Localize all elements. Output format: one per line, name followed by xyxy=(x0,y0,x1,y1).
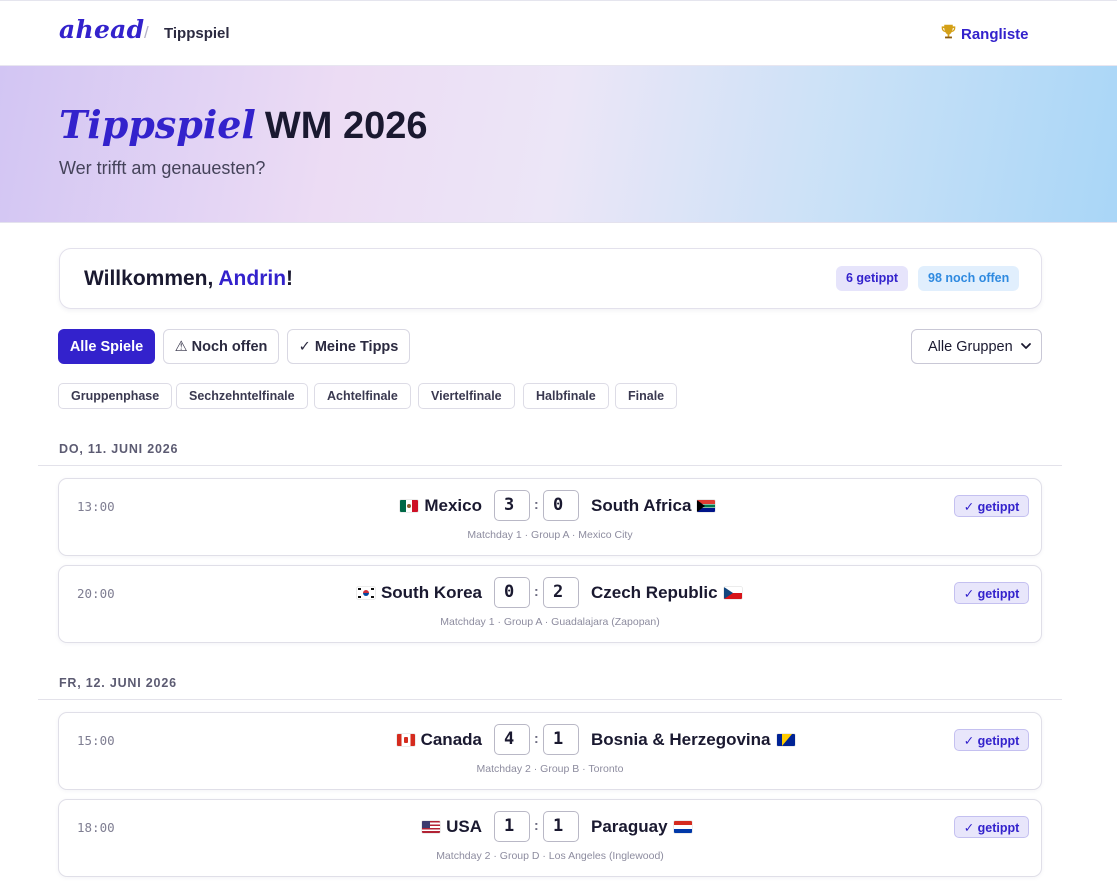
match-time: 18:00 xyxy=(77,820,115,835)
score-separator: : xyxy=(534,496,539,512)
page-title-accent: Tippspiel xyxy=(59,102,256,147)
away-score-input[interactable]: 0 xyxy=(543,490,579,521)
home-team: USA xyxy=(422,817,482,837)
south-korea-flag-icon xyxy=(356,587,375,599)
czech-republic-flag-icon xyxy=(723,587,742,599)
tipped-count-badge: 6 getippt xyxy=(836,266,909,291)
home-score-input[interactable]: 4 xyxy=(494,724,530,755)
stage-chip-finale[interactable]: Finale xyxy=(615,383,678,409)
tipped-status-badge: ✓ getippt xyxy=(954,816,1029,838)
breadcrumb-tippspiel[interactable]: Tippspiel xyxy=(164,25,230,42)
away-team-name: Paraguay xyxy=(591,817,668,836)
home-score-input[interactable]: 1 xyxy=(494,811,530,842)
home-team-name: Canada xyxy=(420,730,482,749)
away-score-input[interactable]: 2 xyxy=(543,577,579,608)
stage-chip-viertelfinale[interactable]: Viertelfinale xyxy=(418,383,515,409)
match-meta: Matchday 2 · Group B · Toronto xyxy=(476,763,624,775)
match-time: 13:00 xyxy=(77,499,115,514)
top-bar: ahead / Tippspiel Rangliste xyxy=(0,0,1117,66)
home-team: Canada xyxy=(396,730,482,750)
home-score-input[interactable]: 3 xyxy=(494,490,530,521)
day-divider xyxy=(38,465,1062,466)
tipped-status-badge: ✓ getippt xyxy=(954,495,1029,517)
welcome-text: Willkommen, Andrin! xyxy=(84,267,293,291)
group-select[interactable]: Alle Gruppen xyxy=(911,329,1042,364)
home-team: South Korea xyxy=(356,583,482,603)
match-card: 20:00 South Korea 0 : 2 Czech Republic M… xyxy=(58,565,1042,643)
match-meta: Matchday 1 · Group A · Guadalajara (Zapo… xyxy=(440,616,660,628)
stage-chip-achtelfinale[interactable]: Achtelfinale xyxy=(314,383,411,409)
south-africa-flag-icon xyxy=(697,500,716,512)
day-header: FR, 12. JUNI 2026 xyxy=(59,676,177,690)
tipped-status-badge: ✓ getippt xyxy=(954,729,1029,751)
usa-flag-icon xyxy=(422,821,441,833)
away-team: Paraguay xyxy=(591,817,692,837)
filter-all-games-button[interactable]: Alle Spiele xyxy=(58,329,155,364)
welcome-card: Willkommen, Andrin! 6 getippt 98 noch of… xyxy=(59,248,1042,309)
open-count-badge: 98 noch offen xyxy=(918,266,1020,291)
match-card: 15:00 Canada 4 : 1 Bosnia & Herzegovina … xyxy=(58,712,1042,790)
page-title-rest: WM 2026 xyxy=(264,105,428,147)
home-team: Mexico xyxy=(400,496,482,516)
home-team-name: Mexico xyxy=(424,496,482,515)
away-score-input[interactable]: 1 xyxy=(543,724,579,755)
away-team-name: South Africa xyxy=(591,496,692,515)
stage-chip-halbfinale[interactable]: Halbfinale xyxy=(523,383,609,409)
stage-chip-sechzehntelfinale[interactable]: Sechzehntelfinale xyxy=(176,383,308,409)
score-separator: : xyxy=(534,817,539,833)
match-meta: Matchday 1 · Group A · Mexico City xyxy=(467,529,633,541)
chevron-down-icon xyxy=(1021,343,1031,349)
hero-banner: Tippspiel WM 2026 Wer trifft am genaueste… xyxy=(0,66,1117,223)
match-card: 18:00 USA 1 : 1 Paraguay Matchday 2 · Gr… xyxy=(58,799,1042,877)
ahead-logo[interactable]: ahead xyxy=(59,15,144,44)
filter-open-button[interactable]: ⚠ Noch offen xyxy=(163,329,279,364)
welcome-suffix: ! xyxy=(286,267,294,290)
away-team: South Africa xyxy=(591,496,716,516)
home-team-name: USA xyxy=(446,817,482,836)
breadcrumb-separator: / xyxy=(144,23,149,42)
stage-chip-gruppenphase[interactable]: Gruppenphase xyxy=(58,383,173,409)
rangliste-label: Rangliste xyxy=(961,25,1029,43)
trophy-icon xyxy=(940,23,957,45)
day-divider xyxy=(38,699,1062,700)
tipped-status-badge: ✓ getippt xyxy=(954,582,1029,604)
filter-my-tips-button[interactable]: ✓ Meine Tipps xyxy=(287,329,410,364)
away-team-name: Czech Republic xyxy=(591,583,718,602)
user-name: Andrin xyxy=(218,267,287,290)
rangliste-link[interactable]: Rangliste xyxy=(940,23,1029,45)
match-meta: Matchday 2 · Group D · Los Angeles (Ingl… xyxy=(436,850,664,862)
mexico-flag-icon xyxy=(400,500,419,512)
home-team-name: South Korea xyxy=(380,583,482,602)
score-separator: : xyxy=(534,583,539,599)
score-separator: : xyxy=(534,730,539,746)
welcome-greeting: Willkommen, xyxy=(84,267,219,290)
paraguay-flag-icon xyxy=(673,821,692,833)
away-team: Bosnia & Herzegovina xyxy=(591,730,795,750)
group-select-value: Alle Gruppen xyxy=(928,338,1013,355)
match-card: 13:00 Mexico 3 : 0 South Africa Matchday… xyxy=(58,478,1042,556)
away-team: Czech Republic xyxy=(591,583,742,603)
day-header: DO, 11. JUNI 2026 xyxy=(59,442,179,456)
bosnia-flag-icon xyxy=(776,734,795,746)
match-time: 15:00 xyxy=(77,733,115,748)
away-score-input[interactable]: 1 xyxy=(543,811,579,842)
away-team-name: Bosnia & Herzegovina xyxy=(591,730,771,749)
page-title: Tippspiel WM 2026 xyxy=(59,102,428,148)
match-time: 20:00 xyxy=(77,586,115,601)
page-subtitle: Wer trifft am genauesten? xyxy=(59,158,266,178)
home-score-input[interactable]: 0 xyxy=(494,577,530,608)
canada-flag-icon xyxy=(396,734,415,746)
